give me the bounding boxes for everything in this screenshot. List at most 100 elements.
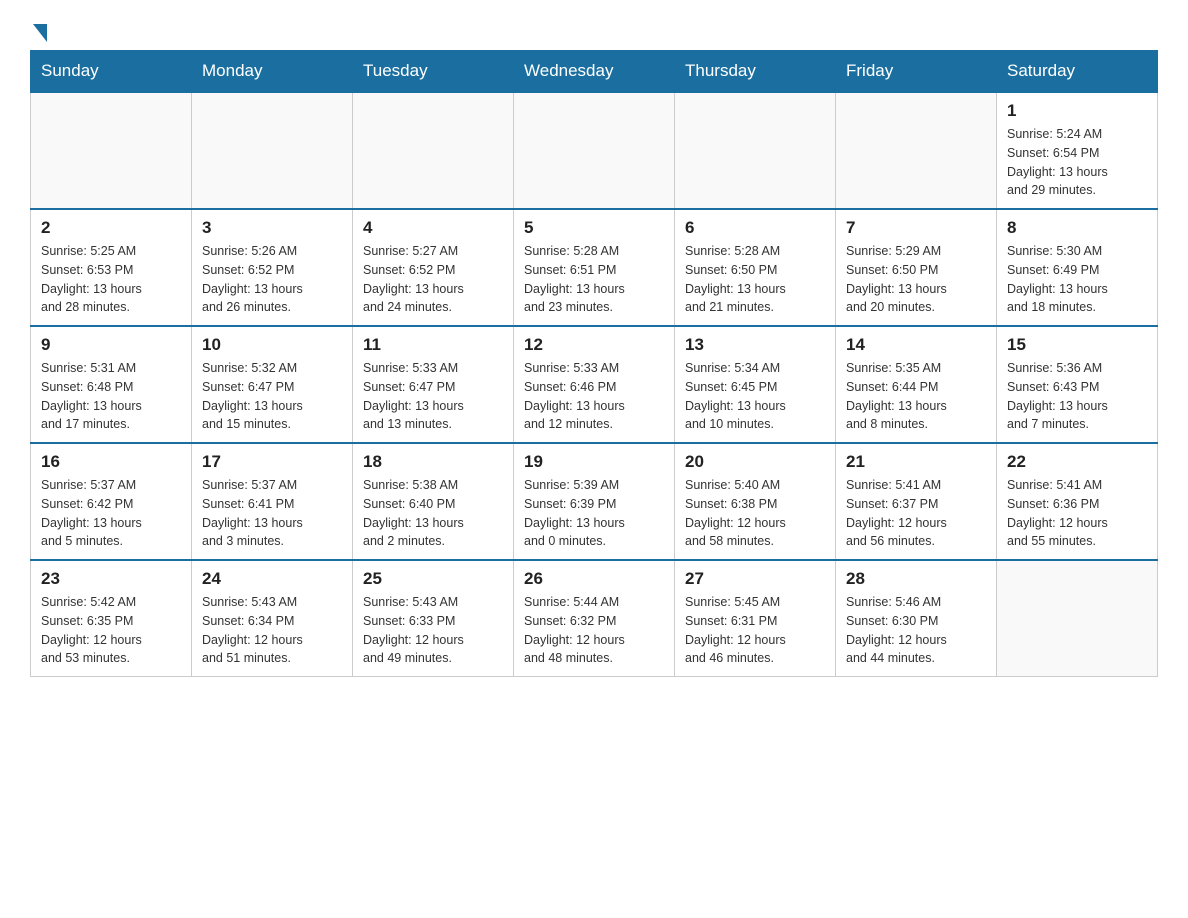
day-info: Sunrise: 5:28 AM Sunset: 6:51 PM Dayligh… [524,242,664,317]
day-number: 9 [41,335,181,355]
calendar-cell [675,92,836,209]
calendar-cell [514,92,675,209]
calendar-cell: 13 Sunrise: 5:34 AM Sunset: 6:45 PM Dayli… [675,326,836,443]
day-number: 15 [1007,335,1147,355]
day-number: 22 [1007,452,1147,472]
day-info: Sunrise: 5:46 AM Sunset: 6:30 PM Dayligh… [846,593,986,668]
calendar-cell: 4 Sunrise: 5:27 AM Sunset: 6:52 PM Daylig… [353,209,514,326]
day-number: 2 [41,218,181,238]
day-info: Sunrise: 5:37 AM Sunset: 6:41 PM Dayligh… [202,476,342,551]
day-info: Sunrise: 5:36 AM Sunset: 6:43 PM Dayligh… [1007,359,1147,434]
day-info: Sunrise: 5:31 AM Sunset: 6:48 PM Dayligh… [41,359,181,434]
calendar-cell: 7 Sunrise: 5:29 AM Sunset: 6:50 PM Daylig… [836,209,997,326]
day-number: 17 [202,452,342,472]
calendar-cell: 24 Sunrise: 5:43 AM Sunset: 6:34 PM Dayli… [192,560,353,677]
calendar-cell: 11 Sunrise: 5:33 AM Sunset: 6:47 PM Dayli… [353,326,514,443]
day-number: 24 [202,569,342,589]
column-header-wednesday: Wednesday [514,51,675,93]
column-header-sunday: Sunday [31,51,192,93]
calendar-cell: 21 Sunrise: 5:41 AM Sunset: 6:37 PM Dayli… [836,443,997,560]
logo [30,20,47,40]
day-number: 28 [846,569,986,589]
day-number: 12 [524,335,664,355]
calendar-cell: 28 Sunrise: 5:46 AM Sunset: 6:30 PM Dayli… [836,560,997,677]
day-number: 21 [846,452,986,472]
day-number: 8 [1007,218,1147,238]
day-info: Sunrise: 5:26 AM Sunset: 6:52 PM Dayligh… [202,242,342,317]
calendar-header-row: SundayMondayTuesdayWednesdayThursdayFrid… [31,51,1158,93]
day-info: Sunrise: 5:41 AM Sunset: 6:36 PM Dayligh… [1007,476,1147,551]
calendar-week-row: 23 Sunrise: 5:42 AM Sunset: 6:35 PM Dayli… [31,560,1158,677]
day-number: 25 [363,569,503,589]
calendar-cell: 8 Sunrise: 5:30 AM Sunset: 6:49 PM Daylig… [997,209,1158,326]
day-info: Sunrise: 5:34 AM Sunset: 6:45 PM Dayligh… [685,359,825,434]
calendar-cell: 19 Sunrise: 5:39 AM Sunset: 6:39 PM Dayli… [514,443,675,560]
day-number: 20 [685,452,825,472]
day-info: Sunrise: 5:39 AM Sunset: 6:39 PM Dayligh… [524,476,664,551]
day-info: Sunrise: 5:30 AM Sunset: 6:49 PM Dayligh… [1007,242,1147,317]
day-number: 11 [363,335,503,355]
calendar-cell [31,92,192,209]
calendar-cell: 2 Sunrise: 5:25 AM Sunset: 6:53 PM Daylig… [31,209,192,326]
calendar-cell: 12 Sunrise: 5:33 AM Sunset: 6:46 PM Dayli… [514,326,675,443]
calendar-cell [353,92,514,209]
calendar-week-row: 16 Sunrise: 5:37 AM Sunset: 6:42 PM Dayli… [31,443,1158,560]
column-header-monday: Monday [192,51,353,93]
day-number: 13 [685,335,825,355]
day-number: 5 [524,218,664,238]
calendar-cell: 17 Sunrise: 5:37 AM Sunset: 6:41 PM Dayli… [192,443,353,560]
day-info: Sunrise: 5:37 AM Sunset: 6:42 PM Dayligh… [41,476,181,551]
calendar-cell: 22 Sunrise: 5:41 AM Sunset: 6:36 PM Dayli… [997,443,1158,560]
calendar-week-row: 9 Sunrise: 5:31 AM Sunset: 6:48 PM Daylig… [31,326,1158,443]
day-number: 27 [685,569,825,589]
calendar-cell: 20 Sunrise: 5:40 AM Sunset: 6:38 PM Dayli… [675,443,836,560]
calendar-cell: 3 Sunrise: 5:26 AM Sunset: 6:52 PM Daylig… [192,209,353,326]
day-number: 23 [41,569,181,589]
day-info: Sunrise: 5:24 AM Sunset: 6:54 PM Dayligh… [1007,125,1147,200]
calendar-week-row: 2 Sunrise: 5:25 AM Sunset: 6:53 PM Daylig… [31,209,1158,326]
day-info: Sunrise: 5:44 AM Sunset: 6:32 PM Dayligh… [524,593,664,668]
column-header-thursday: Thursday [675,51,836,93]
logo-arrow-icon [33,24,47,42]
day-number: 7 [846,218,986,238]
day-info: Sunrise: 5:43 AM Sunset: 6:34 PM Dayligh… [202,593,342,668]
day-info: Sunrise: 5:40 AM Sunset: 6:38 PM Dayligh… [685,476,825,551]
calendar-cell: 10Sunrise: 5:32 AM Sunset: 6:47 PM Dayli… [192,326,353,443]
column-header-saturday: Saturday [997,51,1158,93]
day-number: 3 [202,218,342,238]
day-info: Sunrise: 5:27 AM Sunset: 6:52 PM Dayligh… [363,242,503,317]
calendar-cell: 1Sunrise: 5:24 AM Sunset: 6:54 PM Daylig… [997,92,1158,209]
day-number: 6 [685,218,825,238]
day-number: 4 [363,218,503,238]
calendar-cell: 27Sunrise: 5:45 AM Sunset: 6:31 PM Dayli… [675,560,836,677]
day-info: Sunrise: 5:25 AM Sunset: 6:53 PM Dayligh… [41,242,181,317]
calendar-cell: 18 Sunrise: 5:38 AM Sunset: 6:40 PM Dayli… [353,443,514,560]
calendar-cell: 5 Sunrise: 5:28 AM Sunset: 6:51 PM Daylig… [514,209,675,326]
day-info: Sunrise: 5:28 AM Sunset: 6:50 PM Dayligh… [685,242,825,317]
day-number: 26 [524,569,664,589]
day-info: Sunrise: 5:33 AM Sunset: 6:47 PM Dayligh… [363,359,503,434]
day-info: Sunrise: 5:42 AM Sunset: 6:35 PM Dayligh… [41,593,181,668]
day-number: 19 [524,452,664,472]
calendar-cell: 15 Sunrise: 5:36 AM Sunset: 6:43 PM Dayli… [997,326,1158,443]
calendar-cell [192,92,353,209]
calendar-cell [997,560,1158,677]
day-number: 18 [363,452,503,472]
calendar-cell: 6 Sunrise: 5:28 AM Sunset: 6:50 PM Daylig… [675,209,836,326]
day-info: Sunrise: 5:33 AM Sunset: 6:46 PM Dayligh… [524,359,664,434]
calendar-cell: 26 Sunrise: 5:44 AM Sunset: 6:32 PM Dayli… [514,560,675,677]
calendar-cell: 9 Sunrise: 5:31 AM Sunset: 6:48 PM Daylig… [31,326,192,443]
day-number: 16 [41,452,181,472]
day-info: Sunrise: 5:41 AM Sunset: 6:37 PM Dayligh… [846,476,986,551]
page-header [30,20,1158,40]
column-header-tuesday: Tuesday [353,51,514,93]
day-number: 14 [846,335,986,355]
calendar-cell: 14Sunrise: 5:35 AM Sunset: 6:44 PM Dayli… [836,326,997,443]
day-info: Sunrise: 5:29 AM Sunset: 6:50 PM Dayligh… [846,242,986,317]
calendar-week-row: 1Sunrise: 5:24 AM Sunset: 6:54 PM Daylig… [31,92,1158,209]
calendar-table: SundayMondayTuesdayWednesdayThursdayFrid… [30,50,1158,677]
column-header-friday: Friday [836,51,997,93]
calendar-cell: 23 Sunrise: 5:42 AM Sunset: 6:35 PM Dayli… [31,560,192,677]
day-info: Sunrise: 5:38 AM Sunset: 6:40 PM Dayligh… [363,476,503,551]
day-info: Sunrise: 5:32 AM Sunset: 6:47 PM Dayligh… [202,359,342,434]
